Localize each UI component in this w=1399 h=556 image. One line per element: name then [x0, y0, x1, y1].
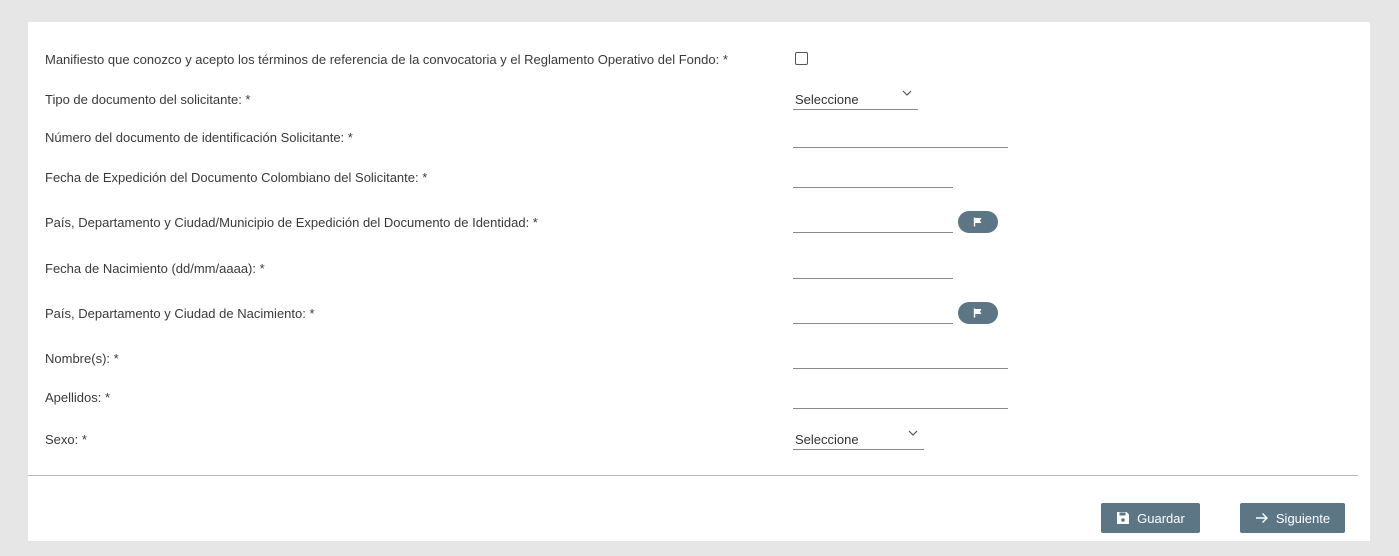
- issue-date-input[interactable]: [793, 168, 953, 188]
- sex-value: Seleccione: [795, 432, 859, 447]
- first-name-input[interactable]: [793, 349, 1008, 369]
- document-number-input[interactable]: [793, 128, 1008, 148]
- birth-date-label: Fecha de Nacimiento (dd/mm/aaaa): *: [45, 261, 265, 276]
- form-card: Manifiesto que conozco y acepto los térm…: [28, 22, 1370, 541]
- document-type-label: Tipo de documento del solicitante: *: [45, 92, 251, 107]
- save-button-label: Guardar: [1137, 510, 1185, 526]
- flag-icon: [973, 217, 982, 227]
- next-button-label: Siguiente: [1275, 510, 1331, 526]
- save-icon: [1117, 512, 1130, 524]
- last-name-input[interactable]: [793, 389, 1008, 409]
- terms-checkbox[interactable]: [795, 52, 808, 65]
- issue-place-label: País, Departamento y Ciudad/Municipio de…: [45, 215, 538, 230]
- issue-place-input[interactable]: [793, 213, 953, 233]
- issue-place-flag-button[interactable]: [958, 211, 998, 233]
- birth-place-flag-button[interactable]: [958, 302, 998, 324]
- form-divider: [28, 475, 1358, 476]
- save-button[interactable]: Guardar: [1101, 503, 1200, 533]
- birth-date-input[interactable]: [793, 259, 953, 279]
- issue-date-label: Fecha de Expedición del Documento Colomb…: [45, 170, 428, 185]
- document-number-label: Número del documento de identificación S…: [45, 130, 353, 145]
- birth-place-input[interactable]: [793, 304, 953, 324]
- next-button[interactable]: Siguiente: [1240, 503, 1345, 533]
- terms-label: Manifiesto que conozco y acepto los térm…: [45, 52, 728, 67]
- sex-select[interactable]: Seleccione: [793, 428, 924, 450]
- first-name-label: Nombre(s): *: [45, 351, 119, 366]
- flag-icon: [973, 308, 982, 318]
- chevron-down-icon: [908, 430, 918, 436]
- birth-place-label: País, Departamento y Ciudad de Nacimient…: [45, 306, 315, 321]
- sex-label: Sexo: *: [45, 432, 87, 447]
- document-type-value: Seleccione: [795, 92, 859, 107]
- chevron-down-icon: [902, 90, 912, 96]
- arrow-right-icon: [1255, 513, 1268, 523]
- document-type-select[interactable]: Seleccione: [793, 88, 918, 110]
- last-name-label: Apellidos: *: [45, 390, 111, 405]
